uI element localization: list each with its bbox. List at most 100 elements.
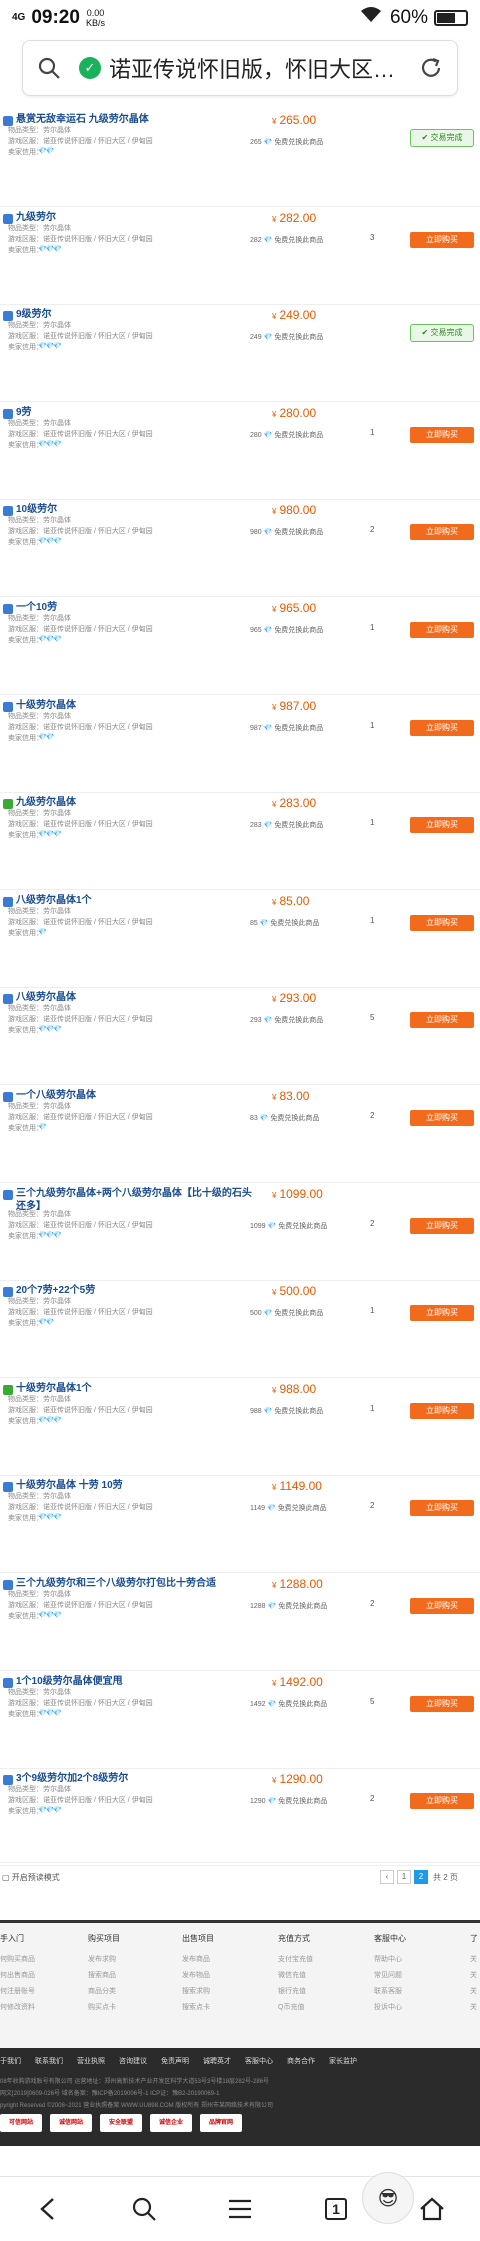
footer-link[interactable]: 关 bbox=[470, 1968, 480, 1984]
footer-link[interactable]: 发布商品 bbox=[182, 1952, 242, 1968]
buy-now-button[interactable]: 立即购买 bbox=[410, 1793, 474, 1809]
footer-link[interactable]: 银行充值 bbox=[278, 1984, 338, 2000]
listing-title[interactable]: 9劳 bbox=[16, 406, 256, 419]
buy-now-button[interactable]: 立即购买 bbox=[410, 1110, 474, 1126]
listing-title[interactable]: 九级劳尔 bbox=[16, 211, 256, 224]
buy-now-button[interactable]: 立即购买 bbox=[410, 915, 474, 931]
listing-row[interactable]: 悬赏无敌幸运石 九级劳尔晶体 物品类型：劳尔晶体 游戏区服：诺亚传说怀旧版 / 怀旧… bbox=[0, 110, 480, 207]
listing-row[interactable]: 1个10级劳尔晶体便宜甩 物品类型：劳尔晶体 游戏区服：诺亚传说怀旧版 / 怀旧大区… bbox=[0, 1672, 480, 1769]
listing-row[interactable]: 3个9级劳尔加2个8级劳尔 物品类型：劳尔晶体 游戏区服：诺亚传说怀旧版 / 怀旧大… bbox=[0, 1769, 480, 1866]
footer-link[interactable]: 常见问题 bbox=[374, 1968, 434, 1984]
tabs-button[interactable]: 1 bbox=[318, 2191, 354, 2227]
listing-row[interactable]: 九级劳尔晶体 物品类型：劳尔晶体 游戏区服：诺亚传说怀旧版 / 怀旧大区 / 伊甸园… bbox=[0, 793, 480, 890]
buy-now-button[interactable]: 立即购买 bbox=[410, 524, 474, 540]
cert-badge-icon[interactable]: 诚信网站 bbox=[50, 2114, 92, 2132]
listing-title[interactable]: 三个九级劳尔和三个八级劳尔打包比十劳合适 bbox=[16, 1577, 256, 1590]
listing-row[interactable]: 9劳 物品类型：劳尔晶体 游戏区服：诺亚传说怀旧版 / 怀旧大区 / 伊甸园 卖家信用… bbox=[0, 403, 480, 500]
footer-link[interactable]: 搜索求购 bbox=[182, 1984, 242, 2000]
buy-now-button[interactable]: 立即购买 bbox=[410, 1696, 474, 1712]
buy-now-button[interactable]: 立即购买 bbox=[410, 622, 474, 638]
listing-row[interactable]: 八级劳尔晶体 物品类型：劳尔晶体 游戏区服：诺亚传说怀旧版 / 怀旧大区 / 伊甸园… bbox=[0, 988, 480, 1085]
listing-row[interactable]: 10级劳尔 物品类型：劳尔晶体 游戏区服：诺亚传说怀旧版 / 怀旧大区 / 伊甸园卖… bbox=[0, 500, 480, 597]
listing-title[interactable]: 悬赏无敌幸运石 九级劳尔晶体 bbox=[16, 113, 256, 126]
buy-now-button[interactable]: 立即购买 bbox=[410, 232, 474, 248]
buy-now-button[interactable]: 立即购买 bbox=[410, 1598, 474, 1614]
buy-now-button[interactable]: 立即购买 bbox=[410, 720, 474, 736]
footer-link[interactable]: 关 bbox=[470, 1952, 480, 1968]
mascot-avatar-icon[interactable]: 😎 bbox=[362, 2172, 414, 2224]
footer-nav-link[interactable]: 客服中心 bbox=[245, 2058, 273, 2065]
listing-row[interactable]: 十级劳尔晶体 物品类型：劳尔晶体 游戏区服：诺亚传说怀旧版 / 怀旧大区 / 伊甸园… bbox=[0, 696, 480, 793]
listing-row[interactable]: 9级劳尔 物品类型：劳尔晶体 游戏区服：诺亚传说怀旧版 / 怀旧大区 / 伊甸园 卖家… bbox=[0, 305, 480, 402]
cert-badge-icon[interactable]: 品牌官网 bbox=[200, 2114, 242, 2132]
home-icon[interactable] bbox=[414, 2191, 450, 2227]
footer-link[interactable]: 微信充值 bbox=[278, 1968, 338, 1984]
listing-title[interactable]: 一个八级劳尔晶体 bbox=[16, 1089, 256, 1102]
listing-row[interactable]: 三个九级劳尔和三个八级劳尔打包比十劳合适 物品类型：劳尔晶体 游戏区服：诺亚传说怀旧… bbox=[0, 1574, 480, 1671]
listing-row[interactable]: 八级劳尔晶体1个 物品类型：劳尔晶体 游戏区服：诺亚传说怀旧版 / 怀旧大区 / 伊… bbox=[0, 891, 480, 988]
footer-link[interactable]: 何购买商品 bbox=[0, 1952, 60, 1968]
footer-link[interactable]: 何注册账号 bbox=[0, 1984, 60, 2000]
listing-row[interactable]: 一个八级劳尔晶体 物品类型：劳尔晶体 游戏区服：诺亚传说怀旧版 / 怀旧大区 / 伊… bbox=[0, 1086, 480, 1183]
footer-link[interactable]: 购买点卡 bbox=[88, 2000, 148, 2016]
footer-nav-link[interactable]: 营业执照 bbox=[77, 2058, 105, 2065]
footer-link[interactable]: 关 bbox=[470, 2000, 480, 2016]
reload-icon[interactable] bbox=[419, 56, 443, 80]
listing-title[interactable]: 八级劳尔晶体 bbox=[16, 991, 256, 1004]
buy-now-button[interactable]: 立即购买 bbox=[410, 1500, 474, 1516]
buy-now-button[interactable]: 立即购买 bbox=[410, 1305, 474, 1321]
url-bar[interactable]: ✓ 诺亚传说怀旧版，怀旧大区… bbox=[22, 40, 458, 96]
pager-prev-button[interactable]: ‹ bbox=[380, 1870, 394, 1884]
listing-title[interactable]: 九级劳尔晶体 bbox=[16, 796, 256, 809]
footer-link[interactable]: 搜索商品 bbox=[88, 1968, 148, 1984]
footer-link[interactable]: 发布求购 bbox=[88, 1952, 148, 1968]
buy-now-button[interactable]: 立即购买 bbox=[410, 1218, 474, 1234]
listing-row[interactable]: 十级劳尔晶体 十劳 10劳 物品类型：劳尔晶体 游戏区服：诺亚传说怀旧版 / 怀旧大… bbox=[0, 1476, 480, 1573]
listing-title[interactable]: 3个9级劳尔加2个8级劳尔 bbox=[16, 1772, 256, 1785]
listing-title[interactable]: 10级劳尔 bbox=[16, 503, 256, 516]
buy-now-button[interactable]: 立即购买 bbox=[410, 817, 474, 833]
buy-now-button[interactable]: 立即购买 bbox=[410, 1012, 474, 1028]
cert-badge-icon[interactable]: 诚信企业 bbox=[150, 2114, 192, 2132]
listing-row[interactable]: 20个7劳+22个5劳 物品类型：劳尔晶体 游戏区服：诺亚传说怀旧版 / 怀旧大区 … bbox=[0, 1281, 480, 1378]
pager-page-1[interactable]: 1 bbox=[397, 1870, 411, 1884]
cert-badge-icon[interactable]: 安全联盟 bbox=[100, 2114, 142, 2132]
footer-nav-link[interactable]: 商务合作 bbox=[287, 2058, 315, 2065]
search-icon[interactable] bbox=[126, 2191, 162, 2227]
footer-link[interactable]: 帮助中心 bbox=[374, 1952, 434, 1968]
footer-link[interactable]: 支付宝充值 bbox=[278, 1952, 338, 1968]
footer-nav-link[interactable]: 于我们 bbox=[0, 2058, 21, 2065]
listing-row[interactable]: 九级劳尔 物品类型：劳尔晶体 游戏区服：诺亚传说怀旧版 / 怀旧大区 / 伊甸园 卖家… bbox=[0, 208, 480, 305]
cert-badge-icon[interactable]: 可信网站 bbox=[0, 2114, 42, 2132]
listing-row[interactable]: 十级劳尔晶体1个 物品类型：劳尔晶体 游戏区服：诺亚传说怀旧版 / 怀旧大区 / 伊… bbox=[0, 1379, 480, 1476]
footer-link[interactable]: 联系客服 bbox=[374, 1984, 434, 2000]
footer-link[interactable]: 何修改资料 bbox=[0, 2000, 60, 2016]
footer-nav-link[interactable]: 诚聘英才 bbox=[203, 2058, 231, 2065]
listing-title[interactable]: 十级劳尔晶体 十劳 10劳 bbox=[16, 1479, 256, 1492]
footer-link[interactable]: 关 bbox=[470, 1984, 480, 2000]
listing-title[interactable]: 1个10级劳尔晶体便宜甩 bbox=[16, 1675, 256, 1688]
listing-title[interactable]: 9级劳尔 bbox=[16, 308, 256, 321]
listing-title[interactable]: 八级劳尔晶体1个 bbox=[16, 894, 256, 907]
listing-title[interactable]: 20个7劳+22个5劳 bbox=[16, 1284, 256, 1297]
listing-title[interactable]: 十级劳尔晶体1个 bbox=[16, 1382, 256, 1395]
footer-nav-link[interactable]: 咨询建议 bbox=[119, 2058, 147, 2065]
listing-title[interactable]: 一个10劳 bbox=[16, 601, 256, 614]
buy-now-button[interactable]: 立即购买 bbox=[410, 427, 474, 443]
listing-row[interactable]: 一个10劳 物品类型：劳尔晶体 游戏区服：诺亚传说怀旧版 / 怀旧大区 / 伊甸园卖… bbox=[0, 598, 480, 695]
footer-link[interactable]: 投诉中心 bbox=[374, 2000, 434, 2016]
footer-link[interactable]: Q币充值 bbox=[278, 2000, 338, 2016]
footer-link[interactable]: 搜索点卡 bbox=[182, 2000, 242, 2016]
footer-link[interactable]: 商品分类 bbox=[88, 1984, 148, 2000]
url-text[interactable]: 诺亚传说怀旧版，怀旧大区… bbox=[109, 52, 409, 84]
preread-mode-toggle[interactable]: ▢ 开启预读模式 bbox=[2, 1872, 60, 1883]
search-icon[interactable] bbox=[37, 56, 61, 80]
menu-icon[interactable] bbox=[222, 2191, 258, 2227]
listing-title[interactable]: 十级劳尔晶体 bbox=[16, 699, 256, 712]
pager-page-2[interactable]: 2 bbox=[414, 1870, 428, 1884]
back-arrow-icon[interactable] bbox=[30, 2191, 66, 2227]
footer-link[interactable]: 何出售商品 bbox=[0, 1968, 60, 1984]
footer-nav-link[interactable]: 免责声明 bbox=[161, 2058, 189, 2065]
footer-nav-link[interactable]: 家长监护 bbox=[329, 2058, 357, 2065]
footer-nav-link[interactable]: 联系我们 bbox=[35, 2058, 63, 2065]
